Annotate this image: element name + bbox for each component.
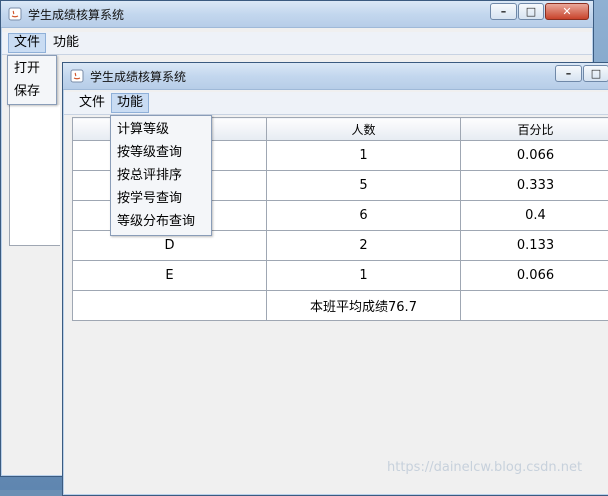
- table-cell[interactable]: 0.333: [461, 171, 608, 201]
- watermark: https://dainelcw.blog.csdn.net: [387, 460, 582, 475]
- back-menu-function[interactable]: 功能: [48, 33, 84, 53]
- back-close-button[interactable]: ✕: [545, 3, 589, 20]
- menu-item-sort-by-total[interactable]: 按总评排序: [111, 164, 211, 187]
- back-table-row: [9, 161, 60, 190]
- function-popup-menu: 计算等级 按等级查询 按总评排序 按学号查询 等级分布查询: [110, 115, 212, 236]
- table-row[interactable]: E 1 0.066: [73, 261, 608, 291]
- back-menu-file[interactable]: 文件: [8, 33, 46, 53]
- table-cell[interactable]: E: [73, 261, 267, 291]
- file-popup-menu: 打开 保存: [7, 55, 57, 105]
- table-cell[interactable]: 1: [267, 261, 461, 291]
- front-window: 学生成绩核算系统 – □ 文件 功能 人数 百分比 A 1 0.066 B 5 …: [62, 62, 608, 496]
- menu-item-save[interactable]: 保存: [8, 80, 56, 103]
- table-cell[interactable]: 6: [267, 201, 461, 231]
- minimize-icon: –: [491, 4, 516, 19]
- back-window-title: 学生成绩核算系统: [28, 6, 124, 23]
- table-cell[interactable]: 0.066: [461, 141, 608, 171]
- front-window-title: 学生成绩核算系统: [90, 68, 186, 85]
- front-menu-file[interactable]: 文件: [74, 93, 110, 113]
- back-minimize-button[interactable]: –: [490, 3, 517, 20]
- menu-item-grade-distribution[interactable]: 等级分布查询: [111, 210, 211, 233]
- column-header-count[interactable]: 人数: [267, 118, 461, 141]
- front-maximize-button[interactable]: □: [583, 65, 608, 82]
- back-table-row: [9, 217, 60, 246]
- table-cell[interactable]: [73, 291, 267, 321]
- back-menubar: 文件 功能: [2, 32, 592, 55]
- java-icon: [70, 69, 84, 83]
- table-cell[interactable]: 0.4: [461, 201, 608, 231]
- menu-item-query-by-id[interactable]: 按学号查询: [111, 187, 211, 210]
- menu-item-open[interactable]: 打开: [8, 57, 56, 80]
- back-table-row: [9, 133, 60, 162]
- menu-item-query-by-grade[interactable]: 按等级查询: [111, 141, 211, 164]
- table-cell[interactable]: 5: [267, 171, 461, 201]
- table-cell[interactable]: 0.066: [461, 261, 608, 291]
- column-header-percent[interactable]: 百分比: [461, 118, 608, 141]
- minimize-icon: –: [556, 66, 581, 81]
- front-menubar: 文件 功能: [64, 92, 608, 115]
- maximize-icon: □: [519, 4, 543, 19]
- back-maximize-button[interactable]: □: [518, 3, 544, 20]
- table-cell[interactable]: 2: [267, 231, 461, 261]
- front-window-titlebar: 学生成绩核算系统 – □: [63, 63, 608, 90]
- front-menu-function[interactable]: 功能: [111, 93, 149, 113]
- menu-item-calc-grade[interactable]: 计算等级: [111, 118, 211, 141]
- close-icon: ✕: [546, 4, 588, 19]
- maximize-icon: □: [584, 66, 608, 81]
- front-minimize-button[interactable]: –: [555, 65, 582, 82]
- java-icon: [8, 7, 22, 21]
- table-cell[interactable]: 1: [267, 141, 461, 171]
- average-score-cell[interactable]: 本班平均成绩76.7: [267, 291, 461, 321]
- back-window-titlebar: 学生成绩核算系统 – □ ✕: [1, 1, 593, 28]
- back-table-row: [9, 105, 60, 134]
- table-row[interactable]: 本班平均成绩76.7: [73, 291, 608, 321]
- table-cell[interactable]: [461, 291, 608, 321]
- back-table-row: [9, 189, 60, 218]
- table-cell[interactable]: 0.133: [461, 231, 608, 261]
